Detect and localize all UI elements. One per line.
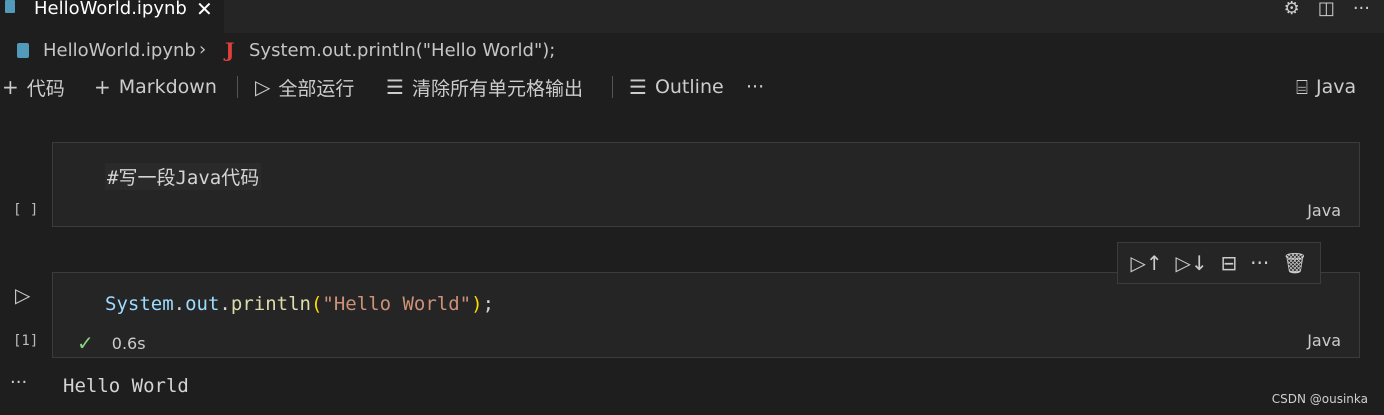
kernel-picker[interactable]: ⌸ Java: [1296, 70, 1356, 104]
notebook-toolbar: + 代码 + Markdown ▷ 全部运行 ☰ 清除所有单元格输出 ☰ Out…: [0, 70, 1384, 104]
token-dot: .: [173, 293, 186, 315]
kernel-label: Java: [1316, 76, 1357, 98]
execution-status: ✓ 0.6s: [77, 331, 146, 355]
close-icon[interactable]: ✕: [196, 0, 213, 19]
token-semicolon: ;: [482, 293, 495, 315]
toolbar-more-button[interactable]: ···: [746, 70, 764, 104]
outline-label: Outline: [654, 76, 724, 98]
add-code-label: 代码: [26, 77, 65, 100]
kernel-icon: ⌸: [1296, 75, 1308, 99]
output-more-icon[interactable]: ···: [10, 372, 27, 393]
execution-duration: 0.6s: [111, 333, 146, 353]
gear-icon[interactable]: ⚙: [1284, 0, 1300, 20]
breadcrumb: HelloWorld.ipynb › J System.out.println(…: [0, 38, 1384, 64]
watermark: CSDN @ousinka: [1271, 392, 1368, 406]
code-line[interactable]: System.out.println("Hello World");: [105, 293, 494, 315]
token-method: println: [230, 293, 311, 315]
add-code-button[interactable]: + 代码: [2, 70, 65, 104]
breadcrumb-file[interactable]: HelloWorld.ipynb: [43, 40, 196, 61]
check-icon: ✓: [77, 331, 94, 355]
run-all-label: 全部运行: [278, 77, 355, 100]
toolbar-divider: [612, 76, 613, 98]
clear-outputs-label: 清除所有单元格输出: [411, 77, 583, 100]
run-all-icon: ▷: [255, 75, 271, 99]
java-icon: J: [225, 38, 235, 62]
token-paren: (: [310, 293, 323, 315]
token-dot: .: [219, 293, 231, 315]
run-above-icon[interactable]: ▷↑: [1130, 251, 1162, 275]
add-markdown-label: Markdown: [118, 76, 217, 98]
trash-icon[interactable]: 🗑: [1282, 251, 1307, 275]
token-class: System: [105, 293, 174, 315]
run-below-icon[interactable]: ▷↓: [1175, 251, 1207, 275]
notebook-icon: [17, 43, 29, 58]
tab-helloworld[interactable]: HelloWorld.ipynb ✕: [0, 0, 224, 33]
token-paren: ): [471, 293, 483, 315]
cell-output: Hello World: [63, 375, 189, 397]
more-icon: ···: [746, 76, 765, 98]
markdown-cell[interactable]: #写一段Java代码 Java: [52, 142, 1360, 227]
cell-toolbar: ▷↑ ▷↓ ⊟ ··· 🗑: [1117, 242, 1321, 284]
token-field: out: [185, 293, 220, 315]
run-all-button[interactable]: ▷ 全部运行: [255, 70, 354, 104]
clear-outputs-button[interactable]: ☰ 清除所有单元格输出: [386, 70, 583, 104]
chevron-right-icon: ›: [199, 39, 207, 60]
toolbar-divider: [237, 76, 238, 98]
plus-icon: +: [94, 75, 111, 99]
add-markdown-button[interactable]: + Markdown: [94, 70, 217, 104]
split-editor-icon[interactable]: ◫: [1318, 0, 1335, 20]
cell-language-label[interactable]: Java: [1307, 201, 1341, 220]
cell-language-label[interactable]: Java: [1307, 331, 1341, 350]
token-string: "Hello World": [322, 293, 472, 315]
tab-actions: ⚙ ◫ ···: [1284, 0, 1384, 20]
plus-icon: +: [2, 75, 19, 99]
tab-bar: HelloWorld.ipynb ✕ ⚙ ◫ ···: [0, 0, 1384, 33]
outline-button[interactable]: ☰ Outline: [629, 70, 724, 104]
clear-all-icon: ☰: [386, 75, 404, 99]
markdown-source[interactable]: #写一段Java代码: [105, 163, 262, 190]
execution-count: [ ]: [13, 202, 39, 218]
tab-title: HelloWorld.ipynb: [34, 0, 187, 19]
more-actions-icon[interactable]: ···: [1353, 0, 1370, 20]
list-icon: ☰: [629, 75, 647, 99]
execution-count: [1]: [13, 333, 39, 349]
code-cell[interactable]: System.out.println("Hello World"); ✓ 0.6…: [52, 272, 1360, 358]
more-icon[interactable]: ···: [1250, 251, 1269, 275]
breadcrumb-symbol[interactable]: System.out.println("Hello World");: [249, 40, 555, 61]
run-cell-button[interactable]: ▷: [15, 283, 30, 307]
notebook-file-icon: [5, 0, 15, 13]
split-cell-icon[interactable]: ⊟: [1221, 251, 1238, 275]
